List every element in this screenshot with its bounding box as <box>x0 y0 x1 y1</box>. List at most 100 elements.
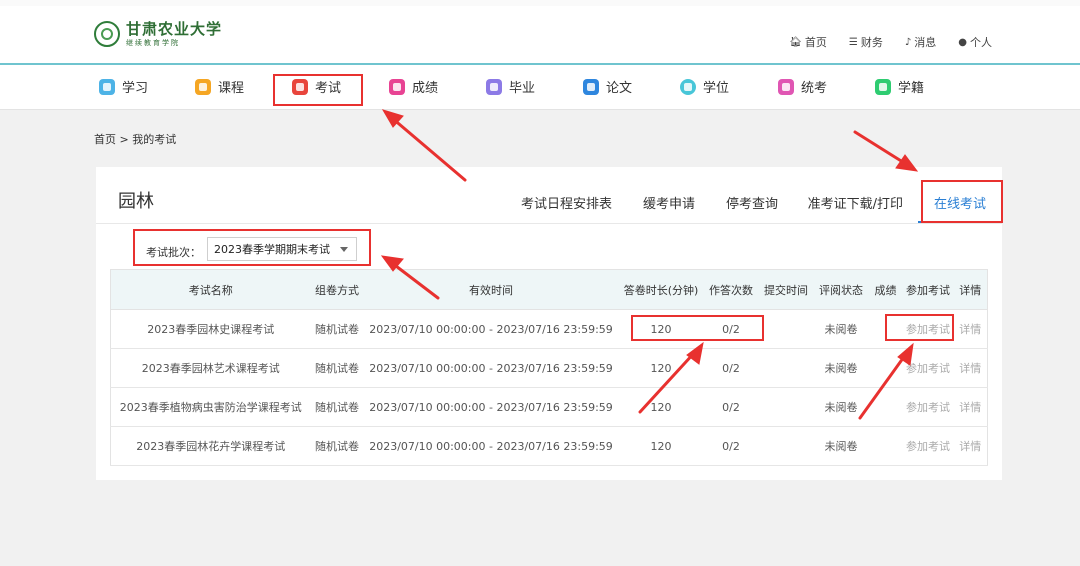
caret-down-icon <box>340 247 348 252</box>
col-valid-time: 有效时间 <box>363 269 619 310</box>
col-join-exam: 参加考试 <box>902 269 954 310</box>
home-icon: 🏠︎ <box>789 36 802 48</box>
graduation-icon <box>486 78 502 95</box>
cell-status: 未阅卷 <box>813 387 869 427</box>
tab-online-exam[interactable]: 在线考试 <box>934 193 986 212</box>
breadcrumb: 首页 > 我的考试 <box>94 133 177 146</box>
nav-item-degree[interactable]: 学位 <box>680 77 729 96</box>
cap-icon <box>680 78 696 95</box>
tab-suspension-query[interactable]: 停考查询 <box>726 193 778 212</box>
cell-attempts: 0/2 <box>703 426 759 466</box>
top-link-profile[interactable]: ● 个人 <box>958 34 992 50</box>
col-submit-time: 提交时间 <box>758 269 814 310</box>
arrowhead-exam-nav <box>381 109 404 128</box>
exam-card: 园林 考试日程安排表 缓考申请 停考查询 准考证下载/打印 在线考试 考试批次：… <box>96 167 1002 480</box>
cell-score <box>868 387 903 427</box>
cell-exam-name: 2023春季园林史课程考试 <box>110 309 311 349</box>
cell-status: 未阅卷 <box>813 426 869 466</box>
nav-item-unified-exam[interactable]: 统考 <box>778 77 827 96</box>
join-exam-link[interactable]: 参加考试 <box>902 387 954 427</box>
logo-subtitle: 继续教育学院 <box>126 38 180 47</box>
nav-item-student-status[interactable]: 学籍 <box>875 77 924 96</box>
join-exam-link[interactable]: 参加考试 <box>902 348 954 388</box>
col-attempts: 作答次数 <box>703 269 759 310</box>
details-link[interactable]: 详情 <box>953 387 988 427</box>
top-link-home[interactable]: 🏠︎ 首页 <box>789 34 827 50</box>
cell-score <box>868 348 903 388</box>
logo-title: 甘肃农业大学 <box>126 19 223 38</box>
cell-submit <box>758 426 814 466</box>
table-header-row: 考试名称 组卷方式 有效时间 答卷时长(分钟) 作答次数 提交时间 评阅状态 成… <box>110 269 988 310</box>
book-icon <box>99 78 115 95</box>
cell-submit <box>758 348 814 388</box>
bell-icon: ♪ <box>904 36 912 48</box>
batch-select[interactable]: 2023春季学期期末考试 <box>207 237 357 261</box>
cell-submit <box>758 309 814 349</box>
details-link[interactable]: 详情 <box>953 309 988 349</box>
tab-deferral-application[interactable]: 缓考申请 <box>643 193 695 212</box>
top-link-messages[interactable]: ♪ 消息 <box>905 34 936 50</box>
emblem-icon <box>94 21 120 47</box>
arrow-to-online-exam <box>853 130 908 166</box>
bookmark-icon <box>195 78 211 95</box>
cell-exam-name: 2023春季园林艺术课程考试 <box>110 348 311 388</box>
tab-divider <box>96 223 1002 224</box>
list-icon <box>875 78 891 95</box>
cell-method: 随机试卷 <box>310 348 364 388</box>
tab-exam-schedule[interactable]: 考试日程安排表 <box>521 193 612 212</box>
nav-item-exams[interactable]: 考试 <box>292 77 341 96</box>
table-row: 2023春季园林史课程考试 随机试卷 2023/07/10 00:00:00 -… <box>110 309 988 349</box>
cell-method: 随机试卷 <box>310 426 364 466</box>
main-nav: 学习 课程 考试 成绩 毕业 论文 学位 统考 学籍 <box>0 65 1080 110</box>
pencil-icon <box>292 78 308 95</box>
cell-status: 未阅卷 <box>813 348 869 388</box>
site-header: 甘肃农业大学 继续教育学院 🏠︎ 首页 ☰ 财务 ♪ 消息 ● 个人 <box>0 6 1080 63</box>
table-row: 2023春季园林艺术课程考试 随机试卷 2023/07/10 00:00:00 … <box>110 348 988 388</box>
cell-attempts: 0/2 <box>703 309 759 349</box>
cell-time: 2023/07/10 00:00:00 - 2023/07/16 23:59:5… <box>363 387 619 427</box>
col-details: 详情 <box>953 269 988 310</box>
top-links: 🏠︎ 首页 ☰ 财务 ♪ 消息 ● 个人 <box>789 34 992 50</box>
nav-item-courses[interactable]: 课程 <box>195 77 244 96</box>
col-paper-method: 组卷方式 <box>310 269 364 310</box>
nav-item-study[interactable]: 学习 <box>99 77 148 96</box>
cell-duration: 120 <box>618 348 704 388</box>
document-icon <box>583 78 599 95</box>
table-row: 2023春季植物病虫害防治学课程考试 随机试卷 2023/07/10 00:00… <box>110 387 988 427</box>
cell-duration: 120 <box>618 309 704 349</box>
col-exam-name: 考试名称 <box>110 269 311 310</box>
nav-item-grades[interactable]: 成绩 <box>389 77 438 96</box>
cell-time: 2023/07/10 00:00:00 - 2023/07/16 23:59:5… <box>363 426 619 466</box>
col-review-status: 评阅状态 <box>813 269 869 310</box>
cell-time: 2023/07/10 00:00:00 - 2023/07/16 23:59:5… <box>363 348 619 388</box>
folder-icon <box>778 78 794 95</box>
cell-exam-name: 2023春季植物病虫害防治学课程考试 <box>110 387 311 427</box>
cell-score <box>868 426 903 466</box>
nav-item-thesis[interactable]: 论文 <box>583 77 632 96</box>
join-exam-link[interactable]: 参加考试 <box>902 309 954 349</box>
active-tab-indicator <box>918 221 1002 223</box>
tab-admission-ticket[interactable]: 准考证下载/打印 <box>808 193 903 212</box>
page-title: 园林 <box>118 191 154 212</box>
cell-method: 随机试卷 <box>310 309 364 349</box>
cell-exam-name: 2023春季园林花卉学课程考试 <box>110 426 311 466</box>
batch-select-value: 2023春季学期期末考试 <box>214 243 330 256</box>
cell-score <box>868 309 903 349</box>
table-row: 2023春季园林花卉学课程考试 随机试卷 2023/07/10 00:00:00… <box>110 426 988 466</box>
cell-method: 随机试卷 <box>310 387 364 427</box>
university-logo[interactable]: 甘肃农业大学 继续教育学院 <box>94 21 222 47</box>
top-link-finance[interactable]: ☰ 财务 <box>849 34 883 50</box>
exam-table: 考试名称 组卷方式 有效时间 答卷时长(分钟) 作答次数 提交时间 评阅状态 成… <box>110 269 988 466</box>
user-icon: ● <box>958 36 967 48</box>
nav-item-graduation[interactable]: 毕业 <box>486 77 535 96</box>
col-duration: 答卷时长(分钟) <box>618 269 704 310</box>
cell-attempts: 0/2 <box>703 387 759 427</box>
database-icon: ☰ <box>848 36 858 48</box>
details-link[interactable]: 详情 <box>953 348 988 388</box>
cell-status: 未阅卷 <box>813 309 869 349</box>
join-exam-link[interactable]: 参加考试 <box>902 426 954 466</box>
details-link[interactable]: 详情 <box>953 426 988 466</box>
cell-duration: 120 <box>618 426 704 466</box>
col-score: 成绩 <box>868 269 903 310</box>
cell-submit <box>758 387 814 427</box>
